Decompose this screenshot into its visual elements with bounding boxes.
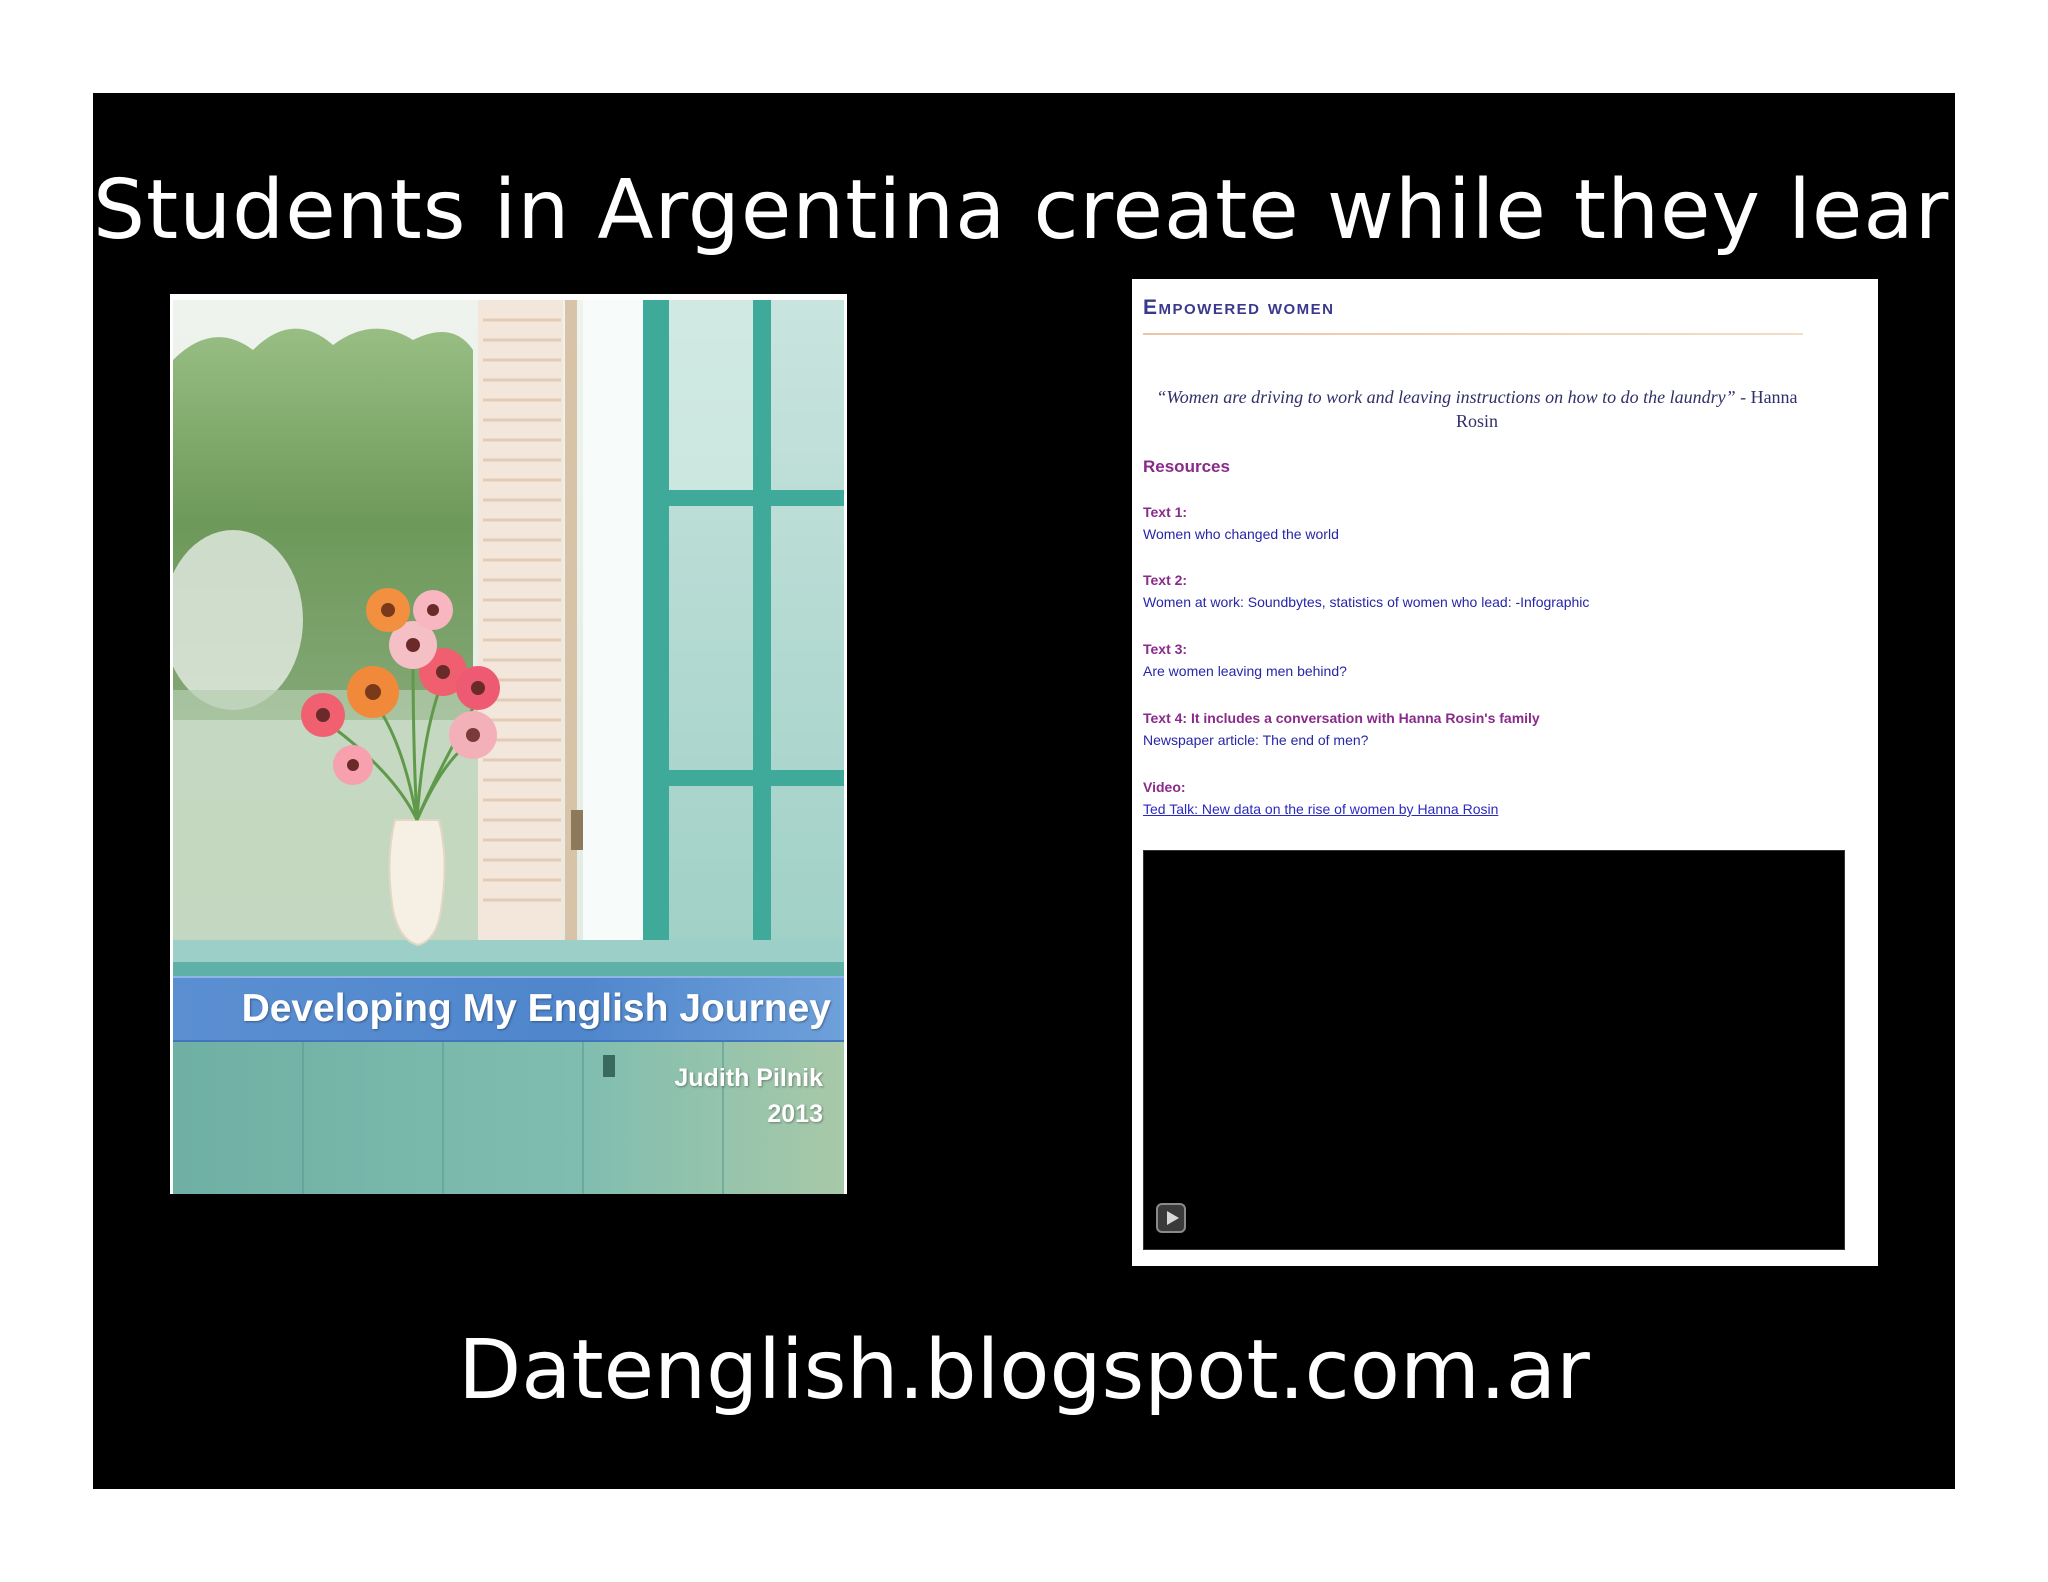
- resource-link[interactable]: Are women leaving men behind?: [1143, 660, 1347, 682]
- resource-item: Text 3: Are women leaving men behind?: [1143, 638, 1347, 682]
- resource-label: Text 1:: [1143, 504, 1188, 520]
- resource-item: Text 2: Women at work: Soundbytes, stati…: [1143, 569, 1589, 613]
- resource-label: Text 2:: [1143, 572, 1188, 588]
- play-icon[interactable]: [1156, 1203, 1186, 1233]
- resources-heading: Resources: [1143, 457, 1230, 476]
- resource-label: Text 4: It includes a conversation with …: [1143, 710, 1540, 726]
- webpage-panel: Empowered women “Women are driving to wo…: [1132, 279, 1878, 1266]
- resource-label: Text 3:: [1143, 641, 1188, 657]
- resource-link[interactable]: Women at work: Soundbytes, statistics of…: [1143, 591, 1589, 613]
- heading-divider: [1143, 333, 1803, 335]
- resource-item: Text 4: It includes a conversation with …: [1143, 707, 1540, 751]
- slide-title: Students in Argentina create while they …: [93, 163, 2001, 258]
- video-link[interactable]: Ted Talk: New data on the rise of women …: [1143, 798, 1498, 820]
- quote-text: “Women are driving to work and leaving i…: [1156, 387, 1736, 407]
- cover-author: Judith Pilnik: [674, 1064, 823, 1092]
- cover-title: Developing My English Journey: [241, 987, 831, 1030]
- resource-label: Video:: [1143, 779, 1186, 795]
- resource-item: Text 1: Women who changed the world: [1143, 501, 1339, 545]
- slide-footer-url: Datenglish.blogspot.com.ar: [458, 1323, 1590, 1418]
- slide: Students in Argentina create while they …: [93, 93, 2001, 1489]
- resource-link[interactable]: Newspaper article: The end of men?: [1143, 729, 1540, 751]
- quote: “Women are driving to work and leaving i…: [1152, 385, 1802, 433]
- book-cover: Developing My English Journey Judith Pil…: [170, 294, 847, 1194]
- video-player[interactable]: [1143, 850, 1845, 1250]
- cover-year: 2013: [767, 1100, 823, 1128]
- resource-link[interactable]: Women who changed the world: [1143, 523, 1339, 545]
- webpage-heading: Empowered women: [1143, 296, 1335, 319]
- resource-item: Video: Ted Talk: New data on the rise of…: [1143, 776, 1498, 820]
- cover-window-photo: [173, 300, 844, 1194]
